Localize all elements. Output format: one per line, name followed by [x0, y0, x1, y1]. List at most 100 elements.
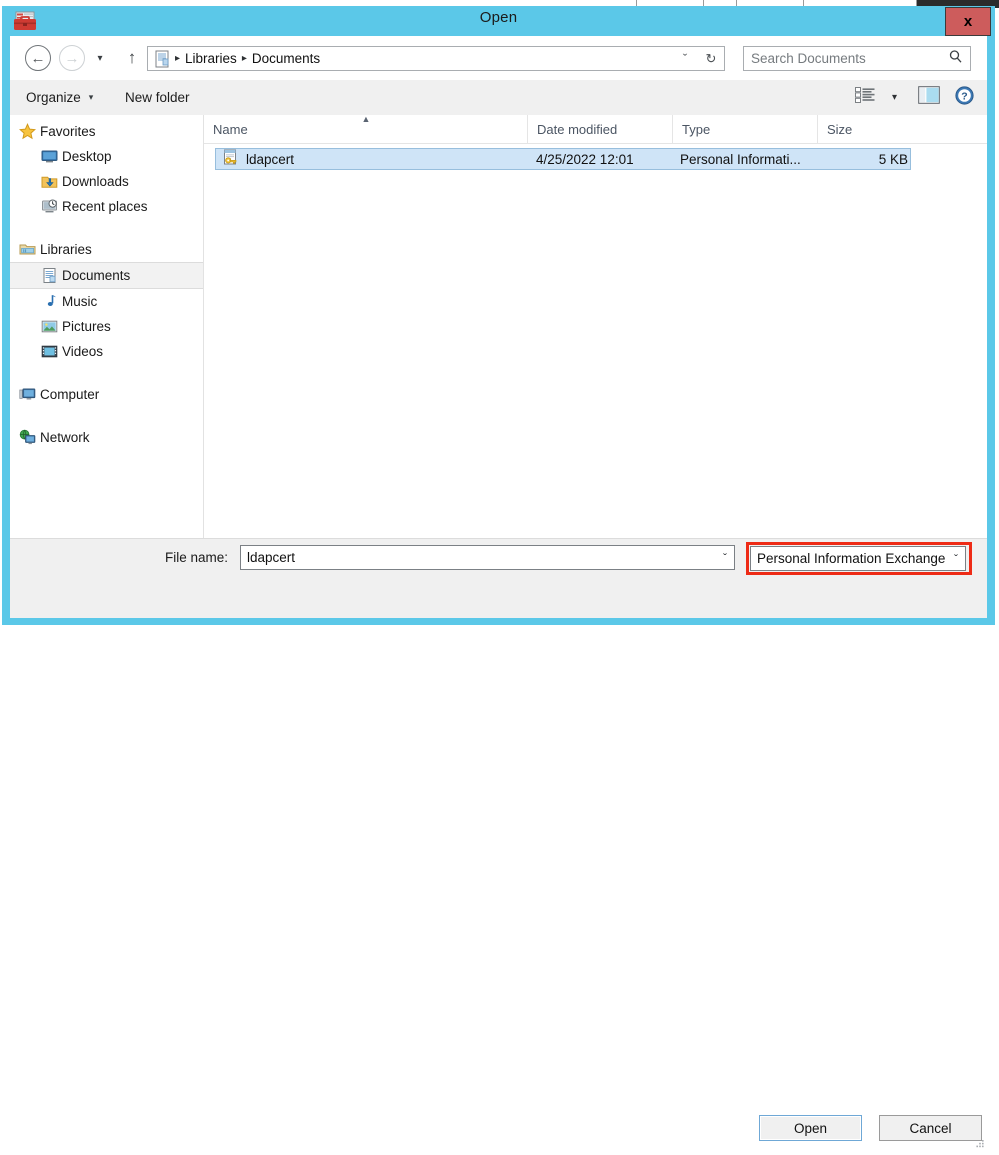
libraries-folder-icon [19, 241, 36, 258]
recent-locations-button[interactable]: ▾ [92, 50, 108, 66]
sidebar-item-videos[interactable]: Videos [10, 339, 203, 364]
column-label: Size [827, 121, 853, 137]
close-button[interactable]: x [945, 7, 991, 36]
sidebar-separator [10, 219, 203, 237]
sidebar-label: Videos [62, 344, 104, 359]
sidebar-label: Music [62, 294, 98, 309]
open-dialog-window: Open x ← → ▾ ↑ ▸ Libraries ▸ Documents ˇ… [2, 6, 995, 1148]
sidebar-item-network[interactable]: Network [10, 425, 203, 450]
sidebar-label: Computer [40, 387, 100, 402]
recent-places-icon [41, 198, 58, 215]
sidebar-item-downloads[interactable]: Downloads [10, 169, 203, 194]
new-folder-button[interactable]: New folder [125, 80, 190, 115]
view-options-button[interactable]: ▾ [892, 80, 897, 115]
refresh-button[interactable]: ↻ [698, 47, 724, 70]
open-file-dialog-screen: Open x ← → ▾ ↑ ▸ Libraries ▸ Documents ˇ… [0, 0, 999, 1148]
sidebar-separator [10, 407, 203, 425]
navigation-bar: ← → ▾ ↑ ▸ Libraries ▸ Documents ˇ ↻ Sear… [10, 36, 987, 80]
organize-button[interactable]: Organize ▾ [26, 80, 93, 115]
table-row[interactable]: ldapcert 4/25/2022 12:01 Personal Inform… [215, 148, 911, 170]
column-header-type[interactable]: Type [672, 115, 817, 143]
new-folder-label: New folder [125, 90, 190, 105]
file-type-filter-dropdown[interactable]: Personal Information Exchange ˇ [750, 546, 966, 571]
column-header-row: ▲ Name Date modified Type Size [204, 115, 987, 144]
arrow-up-icon: ↑ [127, 48, 137, 67]
sidebar-label: Desktop [62, 149, 112, 164]
change-view-button[interactable] [855, 80, 875, 115]
sidebar-item-recent-places[interactable]: Recent places [10, 194, 203, 219]
dialog-client-area: ← → ▾ ↑ ▸ Libraries ▸ Documents ˇ ↻ Sear… [10, 36, 987, 1148]
sidebar-label: Documents [62, 268, 131, 283]
forward-button: → [59, 45, 85, 71]
column-header-name[interactable]: ▲ Name [204, 115, 527, 143]
pictures-icon [41, 318, 58, 335]
organize-label: Organize [26, 90, 81, 105]
column-label: Date modified [537, 121, 618, 137]
breadcrumb-libraries[interactable]: Libraries [185, 51, 237, 66]
sidebar-label: Downloads [62, 174, 129, 189]
cell-date-modified: 4/25/2022 12:01 [536, 151, 634, 167]
star-icon [19, 123, 36, 140]
open-button[interactable]: Open [759, 1115, 862, 1141]
up-one-level-button[interactable]: ↑ [122, 46, 142, 70]
help-icon: ? [955, 85, 974, 110]
file-type-filter-value: Personal Information Exchange [757, 551, 946, 566]
cell-name: ldapcert [222, 149, 294, 169]
sidebar-item-computer[interactable]: Computer [10, 382, 203, 407]
chevron-down-icon: ▾ [892, 92, 898, 103]
column-header-size[interactable]: Size [817, 115, 909, 143]
file-name: ldapcert [246, 151, 295, 167]
chevron-down-icon[interactable]: ˇ [723, 551, 727, 565]
search-icon [948, 49, 963, 69]
search-input[interactable]: Search Documents [751, 51, 866, 66]
help-button[interactable]: ? [955, 80, 974, 115]
sidebar-item-libraries[interactable]: Libraries [10, 237, 203, 262]
file-name-label: File name: [165, 550, 229, 565]
arrow-right-icon: → [64, 49, 80, 67]
address-bar[interactable]: ▸ Libraries ▸ Documents ˇ ↻ [147, 46, 725, 71]
desktop-icon [41, 148, 58, 165]
command-toolbar: Organize ▾ New folder ▾ ? [10, 80, 987, 116]
column-label: Name [213, 121, 248, 137]
documents-icon [41, 267, 58, 284]
sidebar-item-music[interactable]: Music [10, 289, 203, 314]
breadcrumb-separator: ▸ [241, 53, 247, 64]
file-list-pane[interactable]: ▲ Name Date modified Type Size ldapcert … [204, 115, 987, 538]
column-label: Type [682, 121, 711, 137]
sidebar-label: Libraries [40, 242, 92, 257]
sidebar-item-desktop[interactable]: Desktop [10, 144, 203, 169]
chevron-down-icon[interactable]: ˇ [954, 552, 958, 566]
address-dropdown-button[interactable]: ˇ [672, 47, 698, 70]
sidebar-label: Network [40, 430, 90, 445]
sidebar-label: Pictures [62, 319, 111, 334]
music-icon [41, 293, 58, 310]
window-title: Open [479, 9, 518, 26]
file-name-input[interactable]: ldapcert ˇ [240, 545, 735, 570]
videos-icon [41, 343, 58, 360]
arrow-left-icon: ← [30, 49, 46, 67]
preview-pane-button[interactable] [918, 80, 940, 115]
column-header-date-modified[interactable]: Date modified [527, 115, 672, 143]
sidebar-item-favorites[interactable]: Favorites [10, 119, 203, 144]
libraries-document-icon [154, 50, 170, 68]
cancel-button[interactable]: Cancel [879, 1115, 982, 1141]
search-box[interactable]: Search Documents [743, 46, 971, 71]
network-icon [19, 429, 36, 446]
pfx-certificate-icon [222, 149, 239, 169]
breadcrumb-documents[interactable]: Documents [252, 51, 320, 66]
breadcrumb-separator: ▸ [175, 53, 181, 64]
back-button[interactable]: ← [25, 45, 51, 71]
cell-type: Personal Informati... [680, 151, 801, 167]
sort-ascending-icon: ▲ [361, 114, 371, 124]
sidebar-item-documents[interactable]: Documents [10, 262, 203, 289]
title-bar: Open x [2, 6, 995, 36]
view-list-icon [855, 87, 875, 108]
computer-icon [19, 386, 36, 403]
resize-grip-icon[interactable] [973, 1137, 985, 1149]
svg-text:?: ? [961, 90, 967, 102]
sidebar-separator [10, 364, 203, 382]
chevron-down-icon: ▾ [97, 52, 103, 64]
navigation-pane[interactable]: Favorites Desktop Downloads Recent place… [10, 115, 204, 538]
cell-size: 5 KB [878, 151, 908, 167]
sidebar-item-pictures[interactable]: Pictures [10, 314, 203, 339]
